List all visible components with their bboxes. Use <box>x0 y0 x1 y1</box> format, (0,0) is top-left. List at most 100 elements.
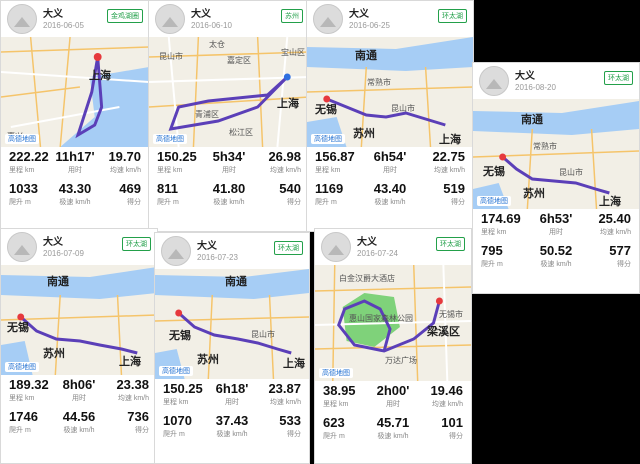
stat-value: 6h54' <box>373 149 407 164</box>
card-header: 大义 2016-07-09 环太湖 <box>1 229 157 265</box>
stat-value: 519 <box>443 181 465 196</box>
map-label: 昆山市 <box>391 104 415 113</box>
map-label: 上海 <box>277 98 299 110</box>
user-name: 大义 <box>43 9 63 20</box>
map-label: 嘉定区 <box>227 56 251 65</box>
stat-label: 里程 km <box>163 399 189 406</box>
route-tag[interactable]: 环太湖 <box>274 241 303 255</box>
user-name: 大义 <box>43 237 63 248</box>
map-label: 常熟市 <box>367 78 391 87</box>
stat-label: 里程 km <box>9 395 35 402</box>
map-label: 上海 <box>283 358 305 370</box>
route-map[interactable]: 上海 嘉兴 高德地图 <box>1 37 149 147</box>
map-label: 上海 <box>439 134 461 146</box>
stat-value: 2h00' <box>376 383 410 398</box>
amap-logo: 高德地图 <box>319 368 353 378</box>
amap-logo: 高德地图 <box>5 134 39 144</box>
route-tag[interactable]: 环太湖 <box>122 237 151 251</box>
user-name: 大义 <box>349 9 369 20</box>
user-name: 大义 <box>357 237 377 248</box>
stat-value: 1070 <box>163 413 192 428</box>
avatar[interactable] <box>155 4 185 34</box>
user-name: 大义 <box>197 241 217 252</box>
avatar[interactable] <box>321 232 351 262</box>
stat-label: 爬升 m <box>163 431 185 438</box>
stat-label: 均速 km/h <box>269 167 301 174</box>
map-label: 无锡市 <box>439 310 463 319</box>
map-label: 昆山市 <box>559 168 583 177</box>
stat-value: 37.43 <box>215 413 249 428</box>
stat-label: 均速 km/h <box>431 401 463 408</box>
route-map[interactable]: 白金汉爵大酒店 梁溪区 无锡市 惠山国家森林公园 万达广场 高德地图 <box>315 265 471 381</box>
stat-value: 43.30 <box>58 181 92 196</box>
ride-card-4[interactable]: 大义 2016-08-20 环太湖 南通 无锡 苏州 上海 常熟市 昆山市 高德… <box>472 62 640 294</box>
route-tag[interactable]: 环太湖 <box>604 71 633 85</box>
stat-label: 里程 km <box>481 229 507 236</box>
ride-date: 2016-07-24 <box>357 249 398 258</box>
ride-card-6[interactable]: 大义 2016-07-23 环太湖 南通 无锡 苏州 上海 昆山市 高德地图 1… <box>154 232 310 464</box>
stat-value: 156.87 <box>315 149 355 164</box>
stat-label: 极速 km/h <box>216 431 248 438</box>
map-label: 苏州 <box>523 188 545 200</box>
stat-label: 极速 km/h <box>59 199 91 206</box>
route-tag[interactable]: 环太湖 <box>438 9 467 23</box>
stat-label: 得分 <box>126 199 141 206</box>
stat-label: 得分 <box>286 199 301 206</box>
stat-label: 均速 km/h <box>117 395 149 402</box>
stat-value: 101 <box>441 415 463 430</box>
route-map[interactable]: 南通 无锡 苏州 上海 常熟市 昆山市 高德地图 <box>473 99 639 209</box>
stat-label: 极速 km/h <box>377 433 409 440</box>
map-label: 苏州 <box>197 354 219 366</box>
stat-label: 爬升 m <box>481 261 503 268</box>
route-tag[interactable]: 环太湖 <box>436 237 465 251</box>
card-header: 大义 2016-07-24 环太湖 <box>315 229 471 265</box>
ride-stats: 156.87 里程 km 6h54' 用时 22.75 均速 km/h 1169 爬升 … <box>307 149 473 207</box>
route-tag[interactable]: 苏州 <box>281 9 303 23</box>
map-label: 苏州 <box>43 348 65 360</box>
stat-label: 用时 <box>225 399 239 406</box>
stat-value: 533 <box>279 413 301 428</box>
map-label: 宝山区 <box>281 48 305 57</box>
ride-card-3[interactable]: 大义 2016-06-25 环太湖 南通 无锡 苏州 上海 常熟市 昆山市 高德… <box>306 0 474 232</box>
stat-label: 用时 <box>67 167 82 174</box>
stat-value: 38.95 <box>323 383 356 398</box>
card-header: 大义 2016-06-25 环太湖 <box>307 1 473 37</box>
avatar[interactable] <box>479 66 509 96</box>
avatar[interactable] <box>313 4 343 34</box>
route-map[interactable]: 南通 无锡 苏州 上海 昆山市 高德地图 <box>155 269 309 379</box>
ride-card-1[interactable]: 大义 2016-06-05 金鸡湖圈 上海 嘉兴 高德地图 222.22 里程 k… <box>0 0 150 232</box>
ride-card-2[interactable]: 大义 2016-06-10 苏州 上海 太仓 昆山市 嘉定区 宝山区 青浦区 松… <box>148 0 310 232</box>
route-tag[interactable]: 金鸡湖圈 <box>107 9 143 23</box>
ride-card-5[interactable]: 大义 2016-07-09 环太湖 南通 无锡 苏州 上海 高德地图 189.3… <box>0 228 158 464</box>
card-header: 大义 2016-06-05 金鸡湖圈 <box>1 1 149 37</box>
amap-logo: 高德地图 <box>311 134 345 144</box>
avatar[interactable] <box>161 236 191 266</box>
route-map[interactable]: 南通 无锡 苏州 上海 常熟市 昆山市 高德地图 <box>307 37 473 147</box>
avatar[interactable] <box>7 4 37 34</box>
route-map[interactable]: 上海 太仓 昆山市 嘉定区 宝山区 青浦区 松江区 高德地图 <box>149 37 309 147</box>
card-header: 大义 2016-06-10 苏州 <box>149 1 309 37</box>
map-label: 无锡 <box>7 322 29 334</box>
stat-value: 41.80 <box>212 181 246 196</box>
ride-date: 2016-06-25 <box>349 21 390 30</box>
stat-label: 均速 km/h <box>599 229 631 236</box>
stat-value: 25.40 <box>598 211 631 226</box>
route-map[interactable]: 南通 无锡 苏州 上海 高德地图 <box>1 265 157 375</box>
ride-date: 2016-07-23 <box>197 253 238 262</box>
ride-stats: 150.25 里程 km 5h34' 用时 26.98 均速 km/h 811 爬升 m… <box>149 149 309 207</box>
stat-value: 19.46 <box>430 383 463 398</box>
stat-value: 45.71 <box>376 415 410 430</box>
stat-label: 得分 <box>451 199 465 206</box>
ride-card-7[interactable]: 大义 2016-07-24 环太湖 白金汉爵大酒店 梁溪区 无锡市 惠山国家森林… <box>314 228 472 464</box>
ride-date: 2016-06-05 <box>43 21 84 30</box>
map-label: 上海 <box>119 356 141 368</box>
stat-label: 里程 km <box>157 167 183 174</box>
stat-value: 150.25 <box>157 149 197 164</box>
stat-label: 均速 km/h <box>269 399 301 406</box>
stat-label: 用时 <box>383 167 397 174</box>
stat-value: 1746 <box>9 409 38 424</box>
avatar[interactable] <box>7 232 37 262</box>
stat-value: 623 <box>323 415 345 430</box>
ride-date: 2016-08-20 <box>515 83 556 92</box>
stat-label: 里程 km <box>9 167 35 174</box>
